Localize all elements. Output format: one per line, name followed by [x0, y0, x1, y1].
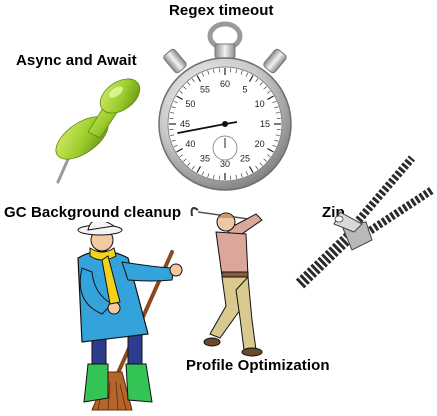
zipper-icon: [295, 155, 435, 289]
dial-number: 40: [185, 139, 195, 149]
stopwatch-icon: 55 60 5 10 15 20 25 30 35 40 45 50: [158, 21, 292, 191]
label-gc-background-cleanup: GC Background cleanup: [4, 204, 182, 221]
dial-number: 55: [200, 84, 210, 94]
golfer-illustration: [190, 207, 263, 357]
dial-number: 25: [240, 154, 250, 164]
dial-number: 20: [255, 139, 265, 149]
dial-number: 35: [200, 154, 210, 164]
pushpin-icon: [55, 78, 141, 184]
dial-number: 5: [242, 84, 247, 94]
dial-number: 45: [180, 119, 190, 129]
dial-number: 15: [260, 119, 270, 129]
dial-number: 50: [185, 99, 195, 109]
dial-number: 10: [255, 99, 265, 109]
label-regex-timeout: Regex timeout: [169, 2, 274, 19]
dial-number: 30: [220, 159, 230, 169]
label-async-await: Async and Await: [16, 52, 137, 69]
sweeper-illustration: [77, 222, 183, 411]
dial-number: 60: [220, 79, 230, 89]
